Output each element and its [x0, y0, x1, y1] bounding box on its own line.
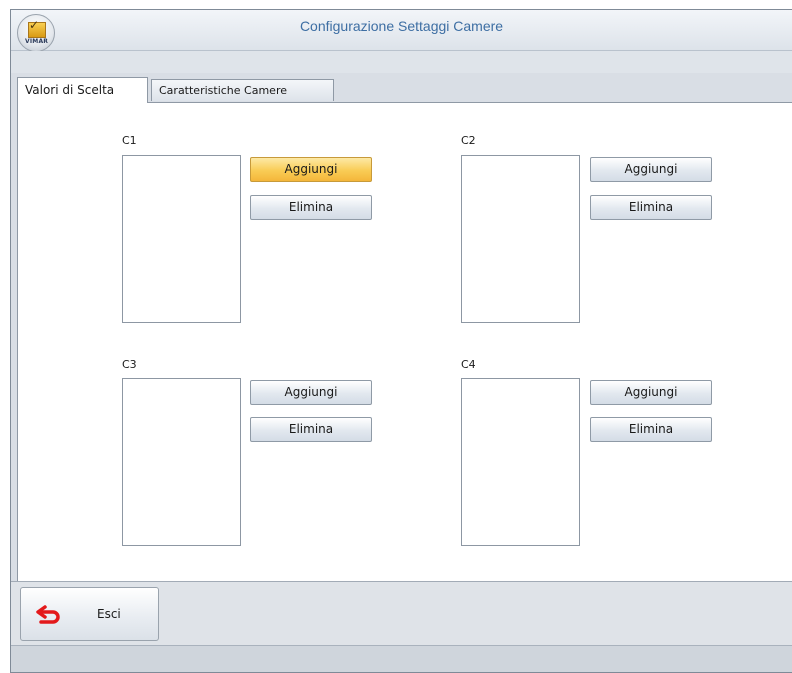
add-button-c4[interactable]: Aggiungi [590, 380, 712, 405]
exit-label: Esci [97, 607, 121, 621]
group-label-c3: C3 [122, 358, 137, 371]
group-label-c1: C1 [122, 134, 137, 147]
group-label-c2: C2 [461, 134, 476, 147]
add-button-c2[interactable]: Aggiungi [590, 157, 712, 182]
logo-text: VIMAR [25, 38, 49, 45]
delete-button-c2[interactable]: Elimina [590, 195, 712, 220]
listbox-c1[interactable] [122, 155, 241, 323]
tab-panel: C1 Aggiungi Elimina C2 Aggiungi Elimina … [17, 102, 792, 587]
title-bar: ✓ VIMAR Configurazione Settaggi Camere [11, 10, 792, 52]
listbox-c3[interactable] [122, 378, 241, 546]
add-button-c1[interactable]: Aggiungi [250, 157, 372, 182]
ribbon-strip [11, 51, 792, 73]
status-bar [11, 645, 792, 672]
tab-valori-di-scelta[interactable]: Valori di Scelta [17, 77, 148, 103]
delete-button-c1[interactable]: Elimina [250, 195, 372, 220]
listbox-c2[interactable] [461, 155, 580, 323]
tab-caratteristiche-camere[interactable]: Caratteristiche Camere [151, 79, 334, 101]
group-label-c4: C4 [461, 358, 476, 371]
add-button-c3[interactable]: Aggiungi [250, 380, 372, 405]
back-arrow-icon [36, 605, 60, 624]
app-window: ✓ VIMAR Configurazione Settaggi Camere V… [10, 9, 792, 673]
window-title: Configurazione Settaggi Camere [299, 18, 504, 34]
exit-button[interactable]: Esci [20, 587, 159, 641]
delete-button-c4[interactable]: Elimina [590, 417, 712, 442]
delete-button-c3[interactable]: Elimina [250, 417, 372, 442]
listbox-c4[interactable] [461, 378, 580, 546]
